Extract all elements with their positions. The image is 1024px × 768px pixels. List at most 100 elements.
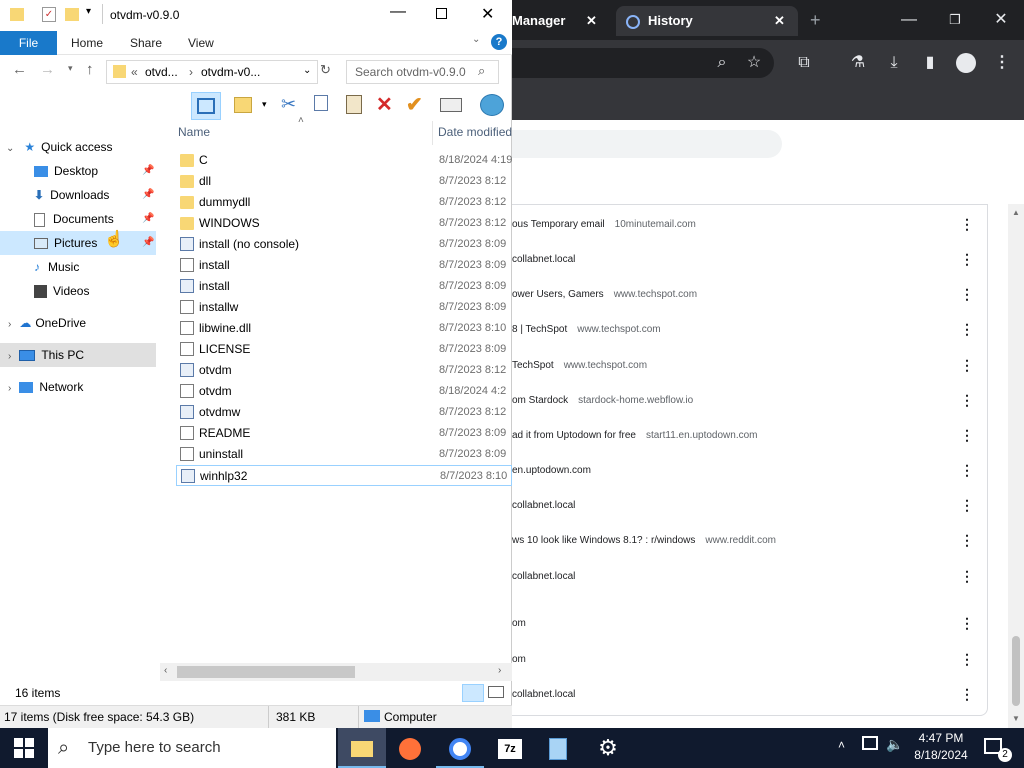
customize-qat-icon[interactable]: ▾ <box>86 6 91 17</box>
column-header-date[interactable]: Date modified <box>438 125 512 139</box>
tab-share[interactable]: Share <box>130 31 162 55</box>
sidebar-item-this-pc[interactable]: › This PC <box>0 343 156 367</box>
file-row[interactable]: C 8/18/2024 4:19 <box>176 150 512 171</box>
file-row[interactable]: dll 8/7/2023 8:12 <box>176 171 512 192</box>
details-view-icon[interactable] <box>462 684 484 702</box>
preview-pane-button[interactable] <box>191 92 221 120</box>
file-row[interactable]: dummydll 8/7/2023 8:12 <box>176 192 512 213</box>
taskbar-firefox[interactable] <box>386 728 434 768</box>
show-hidden-icons[interactable]: ˄ <box>838 738 845 752</box>
history-search-input[interactable] <box>512 130 782 158</box>
menu-icon[interactable]: ⋮ <box>990 51 1014 75</box>
more-actions-icon[interactable]: ⋮ <box>960 523 974 558</box>
file-row[interactable]: uninstall 8/7/2023 8:09 <box>176 444 512 465</box>
sidebar-item-network[interactable]: › Network <box>8 375 83 399</box>
more-actions-icon[interactable]: ⋮ <box>960 677 974 712</box>
omnibox[interactable] <box>512 48 774 78</box>
scroll-right-icon[interactable]: › <box>498 665 501 676</box>
collapse-icon[interactable]: ⌄ <box>6 143 14 154</box>
more-actions-icon[interactable]: ⋮ <box>960 277 974 312</box>
new-item-icon[interactable] <box>234 97 252 113</box>
history-entry[interactable]: om ⋮ <box>512 642 988 677</box>
sidebar-item-onedrive[interactable]: › ☁ OneDrive <box>8 311 86 335</box>
history-entry[interactable]: collabnet.local ⋮ <box>512 488 988 523</box>
scroll-down-icon[interactable]: ▼ <box>1012 714 1020 723</box>
new-folder-icon[interactable] <box>65 8 79 21</box>
restore-icon[interactable]: ❐ <box>944 8 966 32</box>
download-icon[interactable]: ⤓ <box>882 51 906 75</box>
clock-time[interactable]: 4:47 PM <box>916 731 966 745</box>
file-row[interactable]: install 8/7/2023 8:09 <box>176 255 512 276</box>
sidebar-item-documents[interactable]: Documents 📌 <box>34 207 154 231</box>
more-actions-icon[interactable]: ⋮ <box>960 242 974 277</box>
file-row[interactable]: install 8/7/2023 8:09 <box>176 276 512 297</box>
taskbar-7zip[interactable]: 7z <box>486 728 534 768</box>
zoom-icon[interactable]: ⌕ <box>710 51 734 75</box>
paste-icon[interactable] <box>346 95 362 114</box>
more-actions-icon[interactable]: ⋮ <box>960 453 974 488</box>
tab-manager[interactable]: Manager ✕ <box>512 6 612 36</box>
volume-icon[interactable]: 🔈 <box>886 736 903 753</box>
up-icon[interactable]: ↑ <box>86 61 94 78</box>
rename-icon[interactable] <box>440 98 462 112</box>
new-tab-button[interactable]: + <box>810 8 821 32</box>
search-input[interactable]: Search otvdm-v0.9.0 <box>346 60 499 84</box>
labs-icon[interactable]: ⚗ <box>846 51 870 75</box>
history-entry[interactable]: ower Users, Gamers www.techspot.com ⋮ <box>512 277 988 312</box>
sidebar-item-quick-access[interactable]: ⌄ ★ Quick access <box>6 135 113 159</box>
tab-view[interactable]: View <box>188 31 214 55</box>
expand-icon[interactable]: › <box>8 383 11 394</box>
scrollbar-thumb[interactable] <box>1012 636 1020 706</box>
taskbar-settings[interactable]: ⚙ <box>584 728 632 768</box>
taskbar-explorer[interactable] <box>338 728 386 768</box>
globe-icon[interactable] <box>480 94 504 116</box>
dropdown-icon[interactable]: ▾ <box>262 99 267 110</box>
profile-avatar[interactable] <box>956 53 976 73</box>
network-tray-icon[interactable] <box>862 736 878 750</box>
help-icon[interactable]: ? <box>491 34 507 50</box>
breadcrumb-item[interactable]: otvdm-v0... <box>201 65 260 79</box>
properties-icon[interactable]: ✓ <box>42 7 56 22</box>
file-row[interactable]: install (no console) 8/7/2023 8:09 <box>176 234 512 255</box>
forward-icon[interactable]: → <box>40 61 55 78</box>
more-actions-icon[interactable]: ⋮ <box>960 383 974 418</box>
sidebar-item-desktop[interactable]: Desktop 📌 <box>34 159 154 183</box>
history-entry[interactable]: en.uptodown.com ⋮ <box>512 453 988 488</box>
large-icons-view-icon[interactable] <box>488 686 504 698</box>
tab-history[interactable]: History ✕ <box>616 6 798 36</box>
sidebar-item-music[interactable]: ♪ Music <box>34 255 79 279</box>
breadcrumb-overflow[interactable]: « <box>131 65 138 79</box>
history-entry[interactable]: ad it from Uptodown for free start11.en.u… <box>512 418 988 453</box>
cut-icon[interactable]: ✂ <box>281 94 296 115</box>
scroll-up-icon[interactable]: ▲ <box>1012 208 1020 217</box>
history-entry[interactable]: ws 10 look like Windows 8.1? : r/windows… <box>512 523 988 558</box>
expand-icon[interactable]: › <box>8 319 11 330</box>
history-entry[interactable]: collabnet.local ⋮ <box>512 677 988 712</box>
side-panel-icon[interactable]: ▮ <box>918 51 942 75</box>
close-icon[interactable]: ✕ <box>481 4 494 24</box>
more-actions-icon[interactable]: ⋮ <box>960 207 974 242</box>
file-row[interactable]: otvdmw 8/7/2023 8:12 <box>176 402 512 423</box>
more-actions-icon[interactable]: ⋮ <box>960 312 974 347</box>
more-actions-icon[interactable]: ⋮ <box>960 642 974 677</box>
scrollbar-thumb[interactable] <box>177 666 355 678</box>
column-header-name[interactable]: Name <box>178 125 210 139</box>
tab-file[interactable]: File <box>0 31 57 55</box>
history-entry[interactable]: collabnet.local ⋮ <box>512 559 988 594</box>
minimize-icon[interactable]: — <box>390 3 406 21</box>
file-row[interactable]: otvdm 8/18/2024 4:2 <box>176 381 512 402</box>
sidebar-item-videos[interactable]: Videos <box>34 279 89 303</box>
file-row[interactable]: README 8/7/2023 8:09 <box>176 423 512 444</box>
start-button[interactable] <box>0 728 48 768</box>
history-entry[interactable]: 8 | TechSpot www.techspot.com ⋮ <box>512 312 988 347</box>
scroll-left-icon[interactable]: ‹ <box>164 665 167 676</box>
tab-home[interactable]: Home <box>71 31 103 55</box>
history-entry[interactable]: TechSpot www.techspot.com ⋮ <box>512 348 988 383</box>
recent-locations-icon[interactable]: ▾ <box>68 63 73 74</box>
taskbar-search[interactable]: ⌕ Type here to search <box>48 728 336 768</box>
clock-date[interactable]: 8/18/2024 <box>912 748 970 762</box>
history-entry[interactable]: ous Temporary email 10minutemail.com ⋮ <box>512 207 988 242</box>
minimize-icon[interactable]: — <box>898 8 920 32</box>
file-row[interactable]: installw 8/7/2023 8:09 <box>176 297 512 318</box>
expand-icon[interactable]: › <box>8 351 11 362</box>
